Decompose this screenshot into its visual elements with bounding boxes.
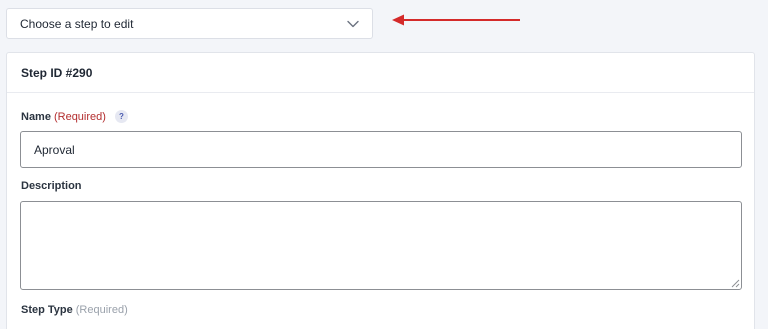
name-input[interactable] [20, 131, 742, 168]
name-required-tag: (Required) [53, 110, 106, 123]
name-label-text: Name [21, 110, 51, 123]
description-label-text: Description [21, 180, 82, 192]
step-select-dropdown[interactable]: Choose a step to edit [6, 8, 373, 39]
step-type-field-label: Step Type (Required) [21, 304, 128, 316]
card-header: Step ID #290 [7, 53, 754, 93]
step-type-required-tag: (Required) [75, 304, 128, 316]
description-textarea[interactable] [20, 201, 742, 290]
step-editor-page: Choose a step to edit Step ID #290 Name … [0, 0, 768, 329]
step-type-label-text: Step Type [21, 304, 73, 316]
step-select-label: Choose a step to edit [20, 16, 134, 31]
resize-grip-icon[interactable] [731, 279, 740, 288]
name-field-label: Name (Required) ? [21, 110, 128, 123]
card-title: Step ID #290 [21, 65, 93, 80]
step-edit-card: Step ID #290 Name (Required) ? Descripti… [6, 52, 755, 329]
help-icon[interactable]: ? [114, 110, 128, 123]
arrow-left-icon [392, 14, 520, 26]
chevron-down-icon [346, 17, 360, 31]
description-field-label: Description [21, 180, 82, 192]
